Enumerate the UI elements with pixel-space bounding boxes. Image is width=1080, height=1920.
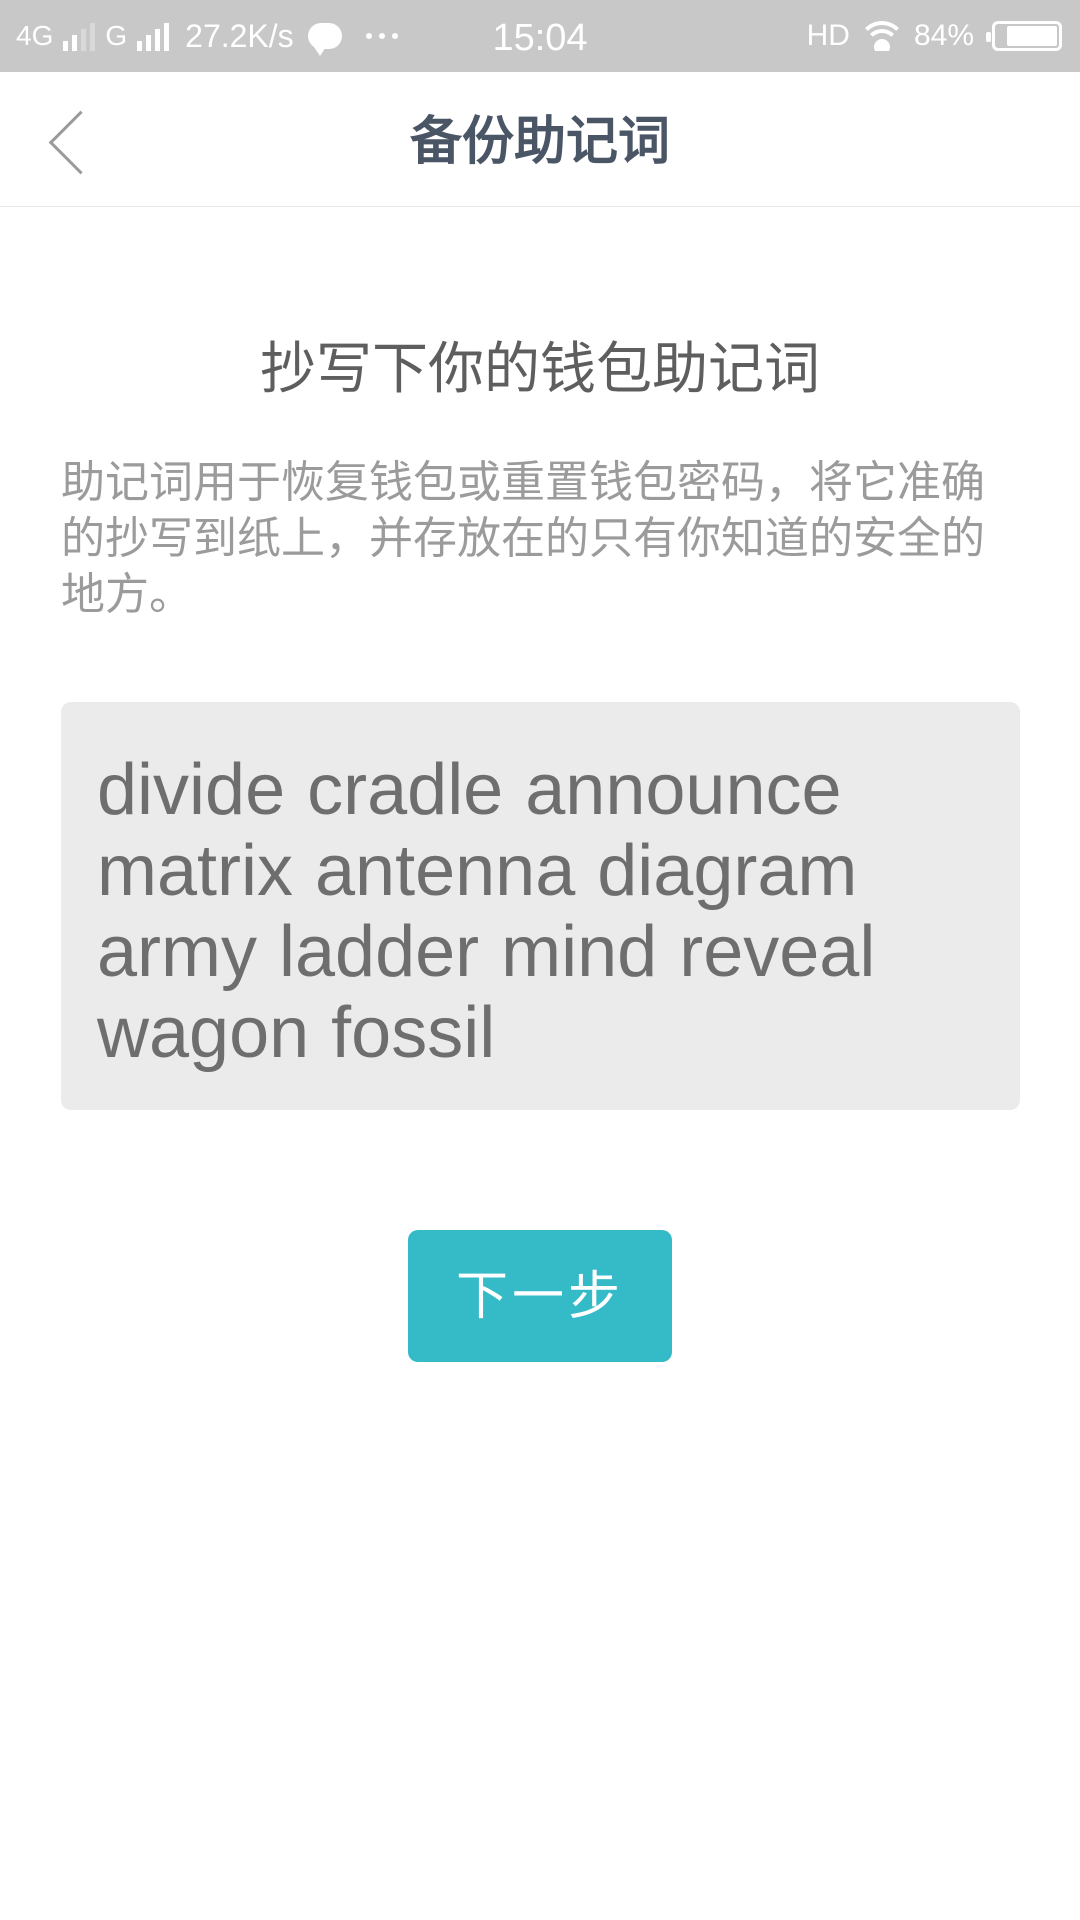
status-right: HD 84% xyxy=(807,0,1062,72)
signal-icon xyxy=(63,21,96,51)
status-bar: 4G G 27.2K/s 15:04 HD 84% xyxy=(0,0,1080,72)
section-heading: 抄写下你的钱包助记词 xyxy=(260,337,820,402)
status-left: 4G G 27.2K/s xyxy=(16,0,398,72)
page-title: 备份助记词 xyxy=(409,112,670,172)
back-button[interactable] xyxy=(30,96,113,186)
chevron-left-icon[interactable] xyxy=(48,110,113,175)
more-dots-icon xyxy=(365,33,398,39)
mnemonic-box: divide cradle announce matrix antenna di… xyxy=(61,702,1020,1110)
next-step-button[interactable]: 下一步 xyxy=(408,1230,672,1362)
network-type-2: G xyxy=(105,20,128,51)
battery-percent: 84% xyxy=(913,19,974,52)
signal-icon xyxy=(137,21,170,51)
wifi-icon xyxy=(861,21,902,51)
network-type-1: 4G xyxy=(16,20,54,51)
battery-fill xyxy=(1007,26,1057,46)
battery-icon xyxy=(986,21,1062,51)
hd-label: HD xyxy=(806,19,850,52)
nav-bar: 备份助记词 xyxy=(0,72,1080,207)
mnemonic-words: divide cradle announce matrix antenna di… xyxy=(97,750,876,1073)
description-text: 助记词用于恢复钱包或重置钱包密码，将它准确的抄写到纸上，并存放在的只有你知道的安… xyxy=(61,457,985,620)
network-speed: 27.2K/s xyxy=(185,17,294,54)
chat-bubble-icon xyxy=(307,23,342,56)
